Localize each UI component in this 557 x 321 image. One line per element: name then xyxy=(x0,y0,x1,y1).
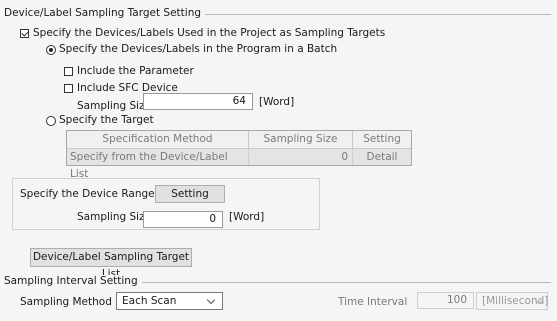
table-header-setting: Setting xyxy=(353,131,411,148)
device-range-size-label: Sampling Size xyxy=(77,211,152,223)
specify-devices-label[interactable]: Specify the Devices/Labels Used in the P… xyxy=(33,27,385,39)
device-range-size-field[interactable]: 0 xyxy=(143,211,223,228)
include-parameter-checkbox[interactable] xyxy=(64,67,73,76)
device-label-list-button[interactable]: Device/Label Sampling Target List xyxy=(30,248,192,280)
group-title-sampling-target: Device/Label Sampling Target Setting xyxy=(4,7,206,19)
sampling-method-value: Each Scan xyxy=(122,295,177,307)
time-interval-label: Time Interval xyxy=(338,296,408,308)
target-radio-label[interactable]: Specify the Target xyxy=(59,114,154,126)
table-header-size: Sampling Size [Word] xyxy=(249,131,353,162)
sampling-size-unit: [Word] xyxy=(259,96,295,108)
sampling-method-label: Sampling Method xyxy=(20,296,112,308)
group-title-sampling-interval: Sampling Interval Setting xyxy=(4,275,142,287)
batch-radio-label[interactable]: Specify the Devices/Labels in the Progra… xyxy=(59,43,337,55)
sampling-size-label: Sampling Size xyxy=(77,100,152,112)
time-unit-select[interactable]: [Millisecond] xyxy=(476,292,548,310)
table-cell-method: Specify from the Device/Label List xyxy=(67,148,249,180)
table-header-method: Specification Method xyxy=(67,131,249,148)
specify-devices-checkbox[interactable] xyxy=(20,29,29,38)
device-range-size-unit: [Word] xyxy=(229,211,265,223)
table-cell-detail-button[interactable]: Detail xyxy=(353,148,411,165)
target-radio[interactable] xyxy=(46,116,56,126)
sampling-size-field[interactable]: 64 xyxy=(143,93,253,110)
time-interval-field[interactable]: 100 xyxy=(417,292,474,309)
chevron-down-icon xyxy=(206,295,216,305)
table-cell-size: 0 xyxy=(249,148,353,165)
include-parameter-label[interactable]: Include the Parameter xyxy=(77,65,194,77)
device-range-label: Specify the Device Range xyxy=(20,188,155,200)
sampling-method-select[interactable]: Each Scan xyxy=(116,292,223,310)
batch-radio[interactable] xyxy=(46,45,56,55)
target-table: Specification Method Sampling Size [Word… xyxy=(66,130,412,180)
include-sfc-checkbox[interactable] xyxy=(64,84,73,93)
device-range-setting-button[interactable]: Setting xyxy=(155,185,225,203)
